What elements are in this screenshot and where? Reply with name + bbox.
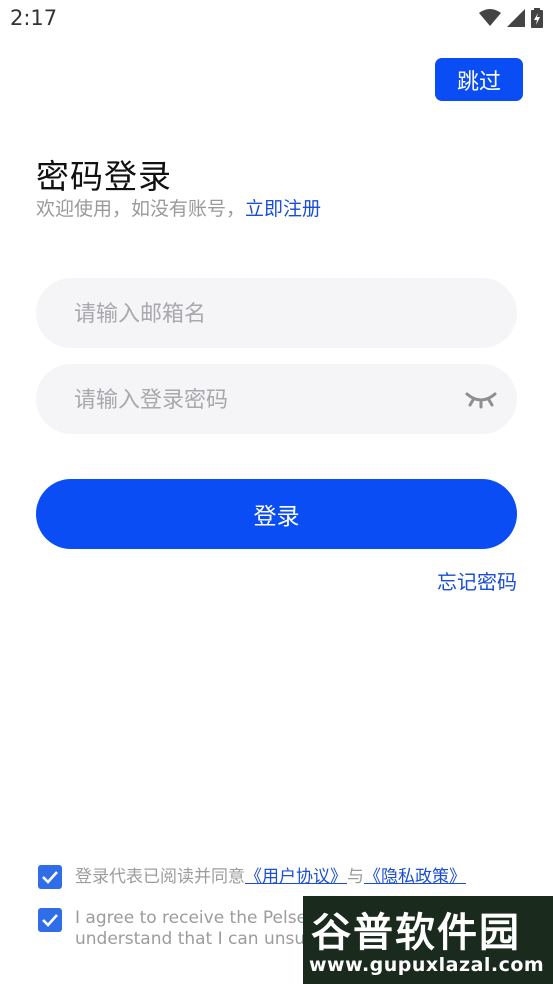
forgot-password-link[interactable]: 忘记密码 (437, 566, 517, 595)
password-input[interactable] (72, 364, 476, 436)
check-icon (42, 871, 58, 884)
status-icons (479, 8, 543, 28)
agreement-and: 与 (347, 867, 364, 887)
battery-icon (531, 8, 543, 28)
check-icon (42, 914, 58, 927)
user-agreement-link[interactable]: 《用户协议》 (245, 867, 347, 887)
marketing-checkbox[interactable] (38, 908, 62, 932)
status-time: 2:17 (10, 6, 58, 30)
login-button[interactable]: 登录 (36, 479, 517, 549)
skip-button[interactable]: 跳过 (435, 58, 523, 101)
agreement-row: 登录代表已阅读并同意《用户协议》与《隐私政策》 (38, 865, 466, 889)
email-input[interactable] (72, 278, 476, 350)
marketing-line2: understand that I can unsubs (75, 929, 325, 949)
agreement-checkbox[interactable] (38, 865, 62, 889)
watermark-title: 谷普软件园 (311, 910, 521, 956)
wifi-icon (479, 9, 501, 26)
watermark-url: www.gupuxlazal.com (309, 954, 545, 976)
privacy-policy-link[interactable]: 《隐私政策》 (364, 867, 466, 887)
agreement-prefix: 登录代表已阅读并同意 (75, 867, 245, 887)
eye-closed-icon[interactable] (465, 388, 497, 410)
register-link[interactable]: 立即注册 (245, 198, 321, 220)
marketing-text: I agree to receive the Pelsee understand… (75, 908, 325, 950)
status-bar: 2:17 (0, 0, 553, 38)
page-title: 密码登录 (36, 157, 172, 196)
signal-icon (507, 9, 525, 27)
subtitle: 欢迎使用，如没有账号，立即注册 (36, 194, 321, 221)
agreement-text: 登录代表已阅读并同意《用户协议》与《隐私政策》 (75, 867, 466, 888)
subtitle-text: 欢迎使用，如没有账号， (36, 198, 246, 220)
email-field[interactable] (36, 278, 517, 350)
marketing-line1: I agree to receive the Pelsee (75, 908, 318, 928)
watermark: 谷普软件园 www.gupuxlazal.com (303, 896, 553, 984)
marketing-row: I agree to receive the Pelsee understand… (38, 908, 325, 950)
password-field[interactable] (36, 364, 517, 436)
